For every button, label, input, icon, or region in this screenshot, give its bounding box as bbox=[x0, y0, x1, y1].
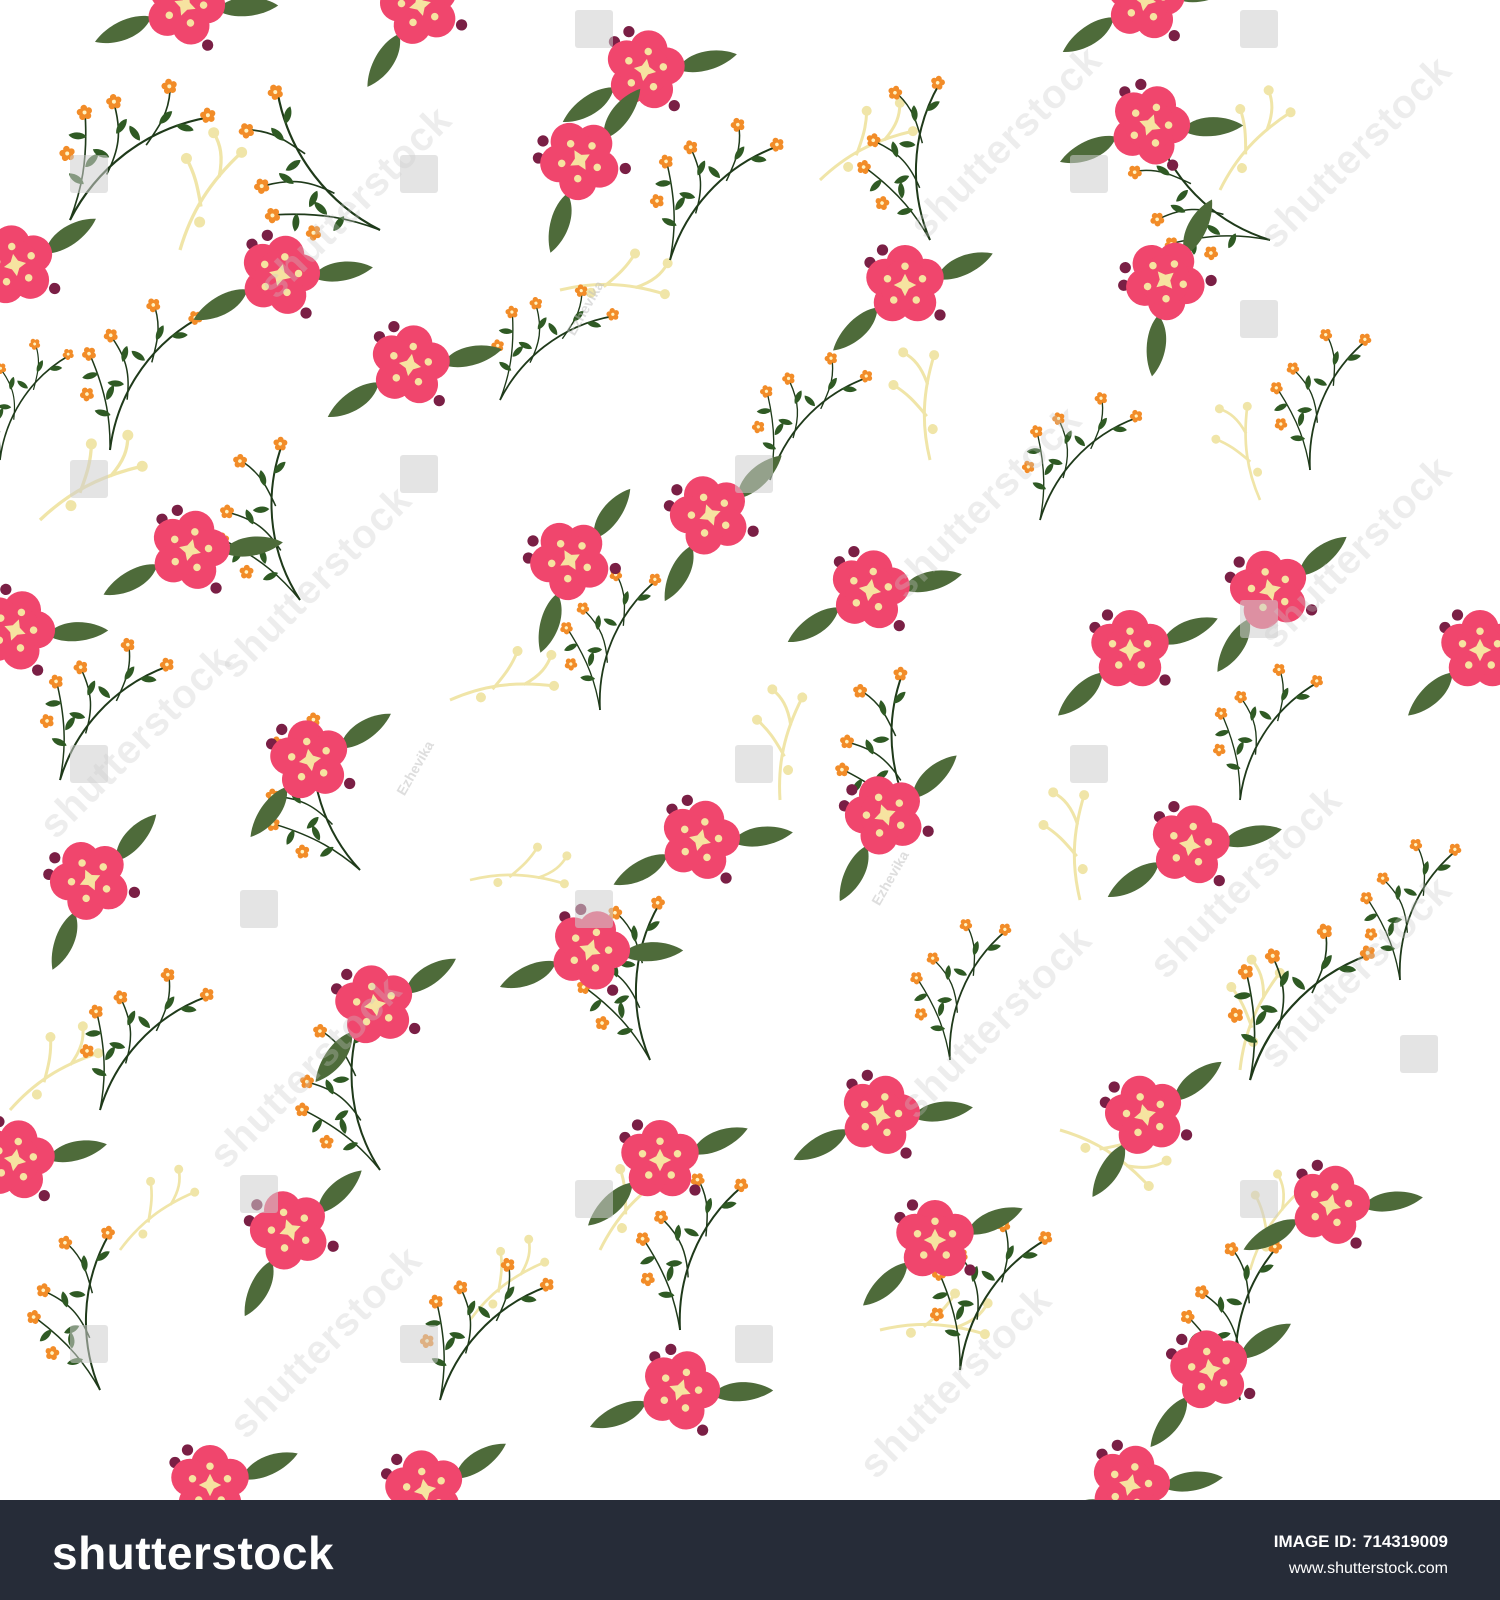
flower-sprig bbox=[1006, 381, 1164, 520]
image-id: IMAGE ID: 714319009 bbox=[1274, 1532, 1448, 1552]
cream-sprig bbox=[130, 117, 271, 252]
flower-sprig bbox=[1246, 308, 1412, 470]
pink-flower-cluster bbox=[0, 1106, 112, 1244]
cream-sprig bbox=[448, 1229, 561, 1322]
pink-flower-cluster bbox=[288, 949, 476, 1087]
cream-sprig bbox=[448, 632, 567, 720]
pink-flower-cluster bbox=[1053, 0, 1241, 84]
cream-sprig bbox=[865, 336, 968, 462]
pink-flower-cluster bbox=[480, 479, 684, 660]
flower-sprig bbox=[22, 625, 198, 780]
cream-sprig bbox=[468, 821, 581, 914]
footer-bar: shutterstock IMAGE ID: 714319009 www.shut… bbox=[0, 1500, 1500, 1600]
flower-sprig bbox=[402, 1245, 578, 1400]
flower-sprig bbox=[886, 898, 1052, 1060]
pink-flower-cluster bbox=[0, 209, 116, 347]
flower-sprig bbox=[483, 279, 631, 400]
pink-flower-cluster bbox=[184, 215, 378, 365]
pink-flower-cluster bbox=[318, 311, 506, 449]
cream-sprig bbox=[720, 674, 834, 802]
flower-sprig bbox=[62, 955, 238, 1110]
flower-sprig bbox=[1336, 818, 1500, 980]
pink-flower-cluster bbox=[331, 0, 525, 92]
flower-sprig bbox=[4, 1207, 174, 1390]
pink-flower-cluster bbox=[0, 805, 201, 977]
cream-sprig bbox=[1199, 395, 1278, 502]
flower-sprig bbox=[736, 341, 894, 480]
pink-flower-cluster bbox=[1050, 59, 1249, 221]
cream-sprig bbox=[25, 425, 156, 522]
pink-flower-cluster bbox=[1181, 527, 1375, 677]
cream-sprig bbox=[1015, 776, 1118, 902]
floral-pattern: shutterstock shutterstock shutterstock shut… bbox=[0, 0, 1500, 1500]
pink-flower-cluster bbox=[1034, 1425, 1228, 1500]
pink-flower-cluster bbox=[1098, 791, 1286, 929]
pink-flower-cluster bbox=[1399, 609, 1500, 718]
pink-flower-cluster bbox=[200, 1161, 399, 1323]
site-url[interactable]: www.shutterstock.com bbox=[1289, 1560, 1448, 1578]
cream-sprig bbox=[98, 1159, 211, 1252]
pink-flower-cluster bbox=[580, 1324, 779, 1486]
pink-flower-cluster bbox=[1056, 1052, 1250, 1202]
pink-flower-cluster bbox=[338, 1434, 526, 1500]
pink-flower-cluster bbox=[129, 1444, 301, 1500]
pink-flower-cluster bbox=[824, 244, 996, 353]
image-id-value: 714319009 bbox=[1362, 1532, 1448, 1551]
flower-sprig bbox=[1190, 647, 1355, 800]
pink-flower-cluster bbox=[784, 1055, 978, 1205]
pink-flower-cluster bbox=[1077, 190, 1279, 384]
flower-sprig bbox=[232, 71, 380, 251]
image-id-label: IMAGE ID: bbox=[1273, 1532, 1357, 1551]
pink-flower-cluster bbox=[778, 536, 966, 674]
pink-flower-cluster bbox=[604, 780, 798, 930]
pink-flower-cluster bbox=[620, 446, 819, 608]
pink-flower-cluster bbox=[854, 1199, 1026, 1308]
pink-flower-cluster bbox=[1123, 1314, 1311, 1452]
pink-flower-cluster bbox=[85, 0, 284, 101]
flower-sprig bbox=[196, 424, 351, 600]
flower-sprig bbox=[632, 105, 808, 260]
shutterstock-logo[interactable]: shutterstock bbox=[52, 1526, 334, 1580]
pink-flower-cluster bbox=[1049, 609, 1221, 718]
